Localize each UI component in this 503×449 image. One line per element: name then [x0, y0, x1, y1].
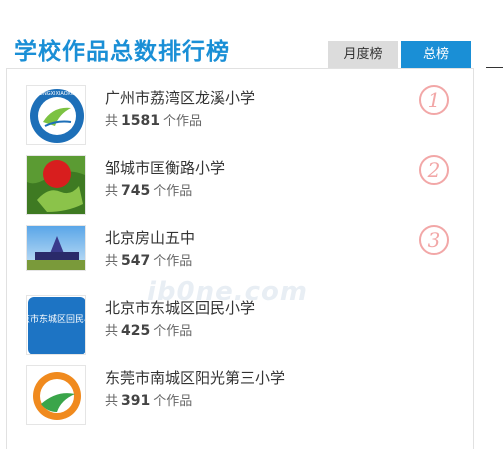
svg-text:3: 3: [428, 228, 441, 252]
tab-bar: 月度榜 总榜: [328, 41, 471, 68]
list-item[interactable]: 北京市东城区回民小学 北京市东城区回民小学 共425个作品: [26, 295, 456, 359]
work-count: 共 1581 个作品: [105, 113, 202, 129]
divider: [486, 67, 503, 68]
school-name[interactable]: 广州市荔湾区龙溪小学: [105, 87, 255, 108]
school-logo[interactable]: 北京市东城区回民小学: [26, 295, 86, 355]
school-name[interactable]: 邹城市匡衡路小学: [105, 157, 225, 178]
logo-lettering: LONGXIXIAOXUE: [36, 91, 77, 97]
work-count: 共 745 个作品: [105, 183, 193, 199]
tab-total[interactable]: 总榜: [401, 41, 471, 68]
school-logo[interactable]: LONGXIXIAOXUE: [26, 85, 86, 145]
school-logo[interactable]: [26, 365, 86, 425]
list-item[interactable]: 北京房山五中 共 547 个作品 3: [26, 225, 456, 289]
school-name[interactable]: 北京房山五中: [105, 227, 195, 248]
work-count: 共 391 个作品: [105, 393, 193, 409]
svg-text:2: 2: [427, 158, 441, 182]
list-item[interactable]: 邹城市匡衡路小学 共 745 个作品 2: [26, 155, 456, 219]
school-photo[interactable]: [26, 225, 86, 271]
tab-monthly[interactable]: 月度榜: [328, 41, 398, 68]
list-item[interactable]: LONGXIXIAOXUE 广州市荔湾区龙溪小学 共 1581 个作品 1: [26, 85, 456, 149]
school-name[interactable]: 北京市东城区回民小学: [105, 297, 255, 318]
page-title: 学校作品总数排行榜: [14, 39, 230, 65]
logo-lettering: 北京市东城区回民小学: [27, 313, 86, 325]
work-count: 共 547 个作品: [105, 253, 193, 269]
svg-text:1: 1: [428, 88, 441, 112]
rank-badge: 3: [419, 225, 449, 255]
list-item[interactable]: 东莞市南城区阳光第三小学 共 391 个作品: [26, 365, 456, 429]
school-name[interactable]: 东莞市南城区阳光第三小学: [105, 367, 285, 388]
rank-badge: 2: [419, 155, 449, 185]
school-photo[interactable]: [26, 155, 86, 215]
ranking-panel: ib0ne.com LONGXIXIAOXUE 广州市荔湾区龙溪小学 共 1581…: [6, 68, 474, 449]
work-count: 共 425 个作品: [105, 323, 193, 339]
rank-badge: 1: [419, 85, 449, 115]
